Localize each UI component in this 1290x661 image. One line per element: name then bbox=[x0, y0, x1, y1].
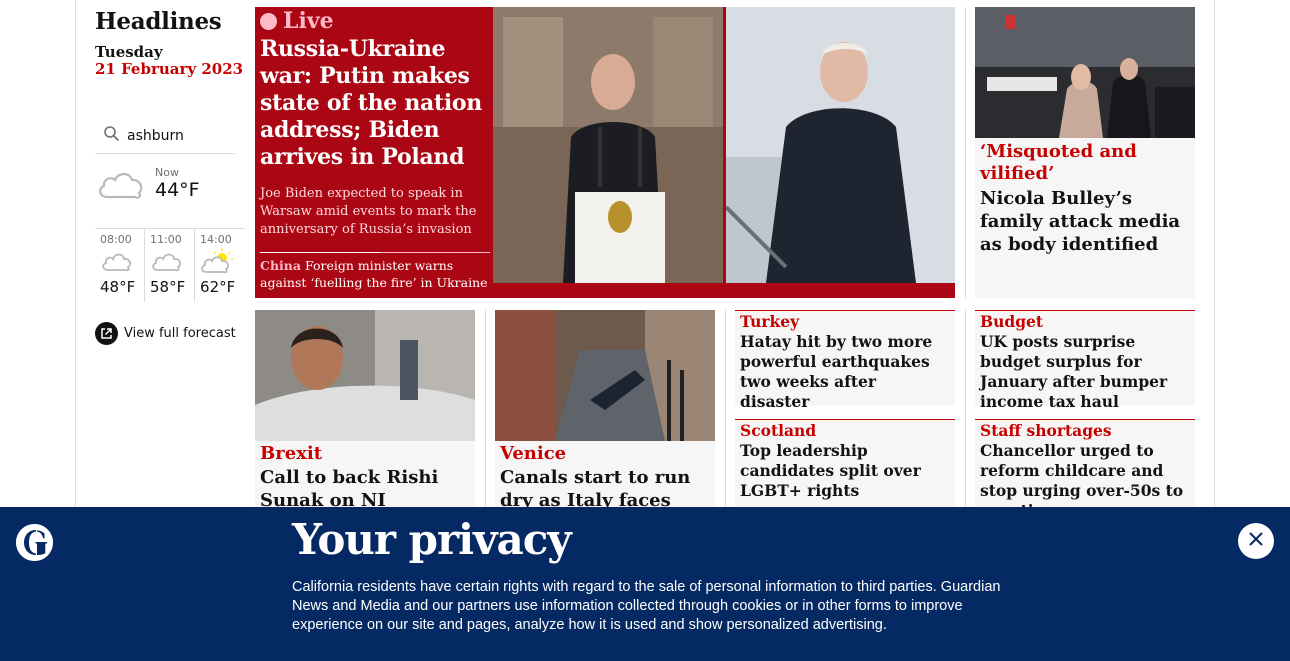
story-headline[interactable]: Hatay hit by two more powerful earthquak… bbox=[740, 332, 950, 412]
story-kicker: Turkey bbox=[740, 312, 800, 331]
sublink-kicker: China bbox=[260, 258, 301, 273]
story-card-venice[interactable]: Venice Canals start to run dry as Italy … bbox=[495, 310, 715, 534]
weather-now-temp: 44°F bbox=[155, 179, 200, 201]
column-divider bbox=[965, 310, 966, 510]
cloud-icon bbox=[150, 248, 194, 278]
column-divider bbox=[485, 310, 486, 510]
forecast-temp: 58°F bbox=[150, 278, 186, 296]
external-link-icon bbox=[95, 322, 118, 345]
forecast-item: 14:00 62°F bbox=[195, 229, 245, 302]
press-conference-photo bbox=[975, 7, 1195, 138]
story-headline[interactable]: Nicola Bulley’s family attack media as b… bbox=[980, 187, 1190, 256]
cloud-icon bbox=[100, 248, 144, 278]
story-card-budget[interactable]: Budget UK posts surprise budget surplus … bbox=[975, 310, 1195, 411]
live-trail-text: Joe Biden expected to speak in Warsaw am… bbox=[260, 186, 477, 237]
weather-location-text: ashburn bbox=[127, 127, 184, 144]
story-headline[interactable]: UK posts surprise budget surplus for Jan… bbox=[980, 332, 1190, 412]
forecast-time: 14:00 bbox=[200, 233, 232, 246]
live-kicker: Live bbox=[260, 8, 492, 34]
live-sublink[interactable]: China Foreign minister warns against ‘fu… bbox=[260, 252, 490, 291]
venice-canal-photo bbox=[495, 310, 715, 441]
forecast-time: 11:00 bbox=[150, 233, 182, 246]
story-kicker: Staff shortages bbox=[980, 421, 1112, 440]
story-kicker: ‘Misquoted and vilified’ bbox=[980, 141, 1137, 184]
date-day: Tuesday bbox=[95, 43, 163, 61]
weather-now-label: Now bbox=[155, 166, 179, 179]
story-kicker: Budget bbox=[980, 312, 1044, 331]
story-kicker: Brexit bbox=[260, 443, 323, 464]
forecast-item: 11:00 58°F bbox=[145, 229, 196, 302]
forecast-time: 08:00 bbox=[100, 233, 132, 246]
weather-location-input[interactable]: ashburn bbox=[95, 118, 235, 154]
section-title: Headlines bbox=[95, 8, 222, 35]
view-full-forecast-link[interactable]: View full forecast bbox=[95, 322, 236, 345]
sun-cloud-icon bbox=[200, 248, 245, 278]
column-divider bbox=[725, 310, 726, 510]
story-card-scotland[interactable]: Scotland Top leadership candidates split… bbox=[735, 419, 955, 509]
cloud-icon bbox=[95, 166, 147, 206]
sunak-photo bbox=[255, 310, 475, 441]
putin-photo bbox=[493, 7, 723, 283]
close-button[interactable] bbox=[1238, 523, 1274, 559]
view-full-forecast-label: View full forecast bbox=[124, 326, 236, 341]
biden-photo bbox=[726, 7, 955, 283]
live-dot-icon bbox=[260, 12, 277, 30]
live-label: Live bbox=[283, 8, 334, 34]
story-kicker: Venice bbox=[500, 443, 567, 464]
privacy-banner: Your privacy California residents have c… bbox=[0, 507, 1290, 661]
close-icon bbox=[1248, 531, 1264, 551]
privacy-title: Your privacy bbox=[292, 515, 572, 564]
guardian-logo-icon bbox=[16, 524, 53, 561]
column-divider bbox=[965, 7, 966, 298]
story-card-brexit[interactable]: Brexit Call to back Rishi Sunak on NI pr… bbox=[255, 310, 475, 534]
forecast-temp: 62°F bbox=[200, 278, 236, 296]
forecast-temp: 48°F bbox=[100, 278, 136, 296]
forecast-item: 08:00 48°F bbox=[95, 229, 146, 302]
live-story-card[interactable]: Live Russia-Ukraine war: Putin makes sta… bbox=[255, 7, 955, 298]
search-icon bbox=[103, 125, 125, 147]
story-card-bulley[interactable]: ‘Misquoted and vilified’ Nicola Bulley’s… bbox=[975, 7, 1195, 298]
date-full: 21 February 2023 bbox=[95, 60, 244, 78]
weather-now: Now 44°F bbox=[95, 162, 235, 218]
story-card-staff-shortages[interactable]: Staff shortages Chancellor urged to refo… bbox=[975, 419, 1195, 520]
story-headline[interactable]: Top leadership candidates split over LGB… bbox=[740, 441, 950, 501]
story-kicker: Scotland bbox=[740, 421, 817, 440]
privacy-body-text: California residents have certain rights… bbox=[292, 579, 1001, 633]
live-headline[interactable]: Russia-Ukraine war: Putin makes state of… bbox=[260, 36, 492, 171]
story-card-turkey[interactable]: Turkey Hatay hit by two more powerful ea… bbox=[735, 310, 955, 411]
divider bbox=[260, 252, 380, 253]
weather-forecast: 08:00 48°F 11:00 58°F 14:00 62°F bbox=[95, 228, 245, 302]
